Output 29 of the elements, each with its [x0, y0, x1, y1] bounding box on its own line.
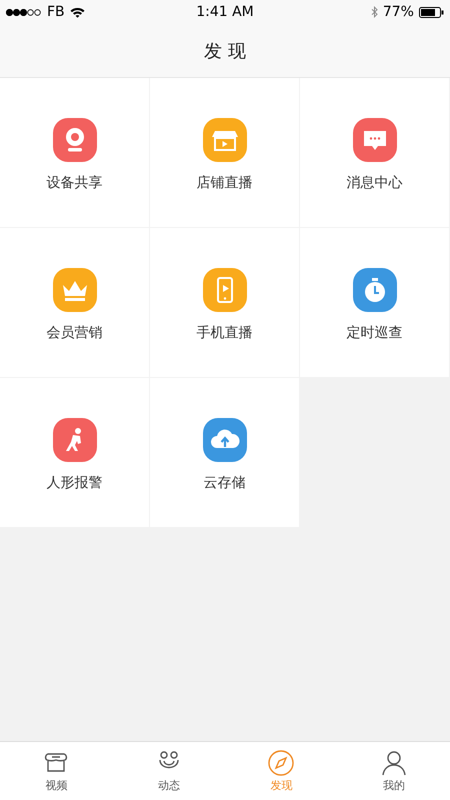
feature-tile[interactable]: 设备共享	[0, 78, 149, 227]
feature-tile[interactable]: 定时巡查	[300, 228, 449, 377]
battery-icon	[418, 6, 444, 18]
feature-tile[interactable]: 店铺直播	[150, 78, 299, 227]
feature-tile[interactable]: 人形报警	[0, 378, 149, 527]
feature-tile[interactable]: 云存储	[150, 378, 299, 527]
feature-label: 手机直播	[196, 324, 252, 342]
signal-icon	[6, 8, 42, 16]
feature-label: 店铺直播	[196, 174, 252, 192]
feature-tile[interactable]: 手机直播	[150, 228, 299, 377]
feature-label: 人形报警	[46, 474, 102, 492]
tab-item[interactable]: 视频	[0, 742, 112, 800]
tab-item[interactable]: 动态	[112, 742, 225, 800]
compass-icon	[267, 749, 296, 777]
battery-percent: 77%	[382, 4, 414, 20]
wifi-icon	[70, 6, 85, 18]
carrier-name: FB	[47, 4, 65, 20]
feature-label: 设备共享	[46, 174, 102, 192]
feature-tile[interactable]: 会员营销	[0, 228, 149, 377]
feature-label: 会员营销	[46, 324, 102, 342]
feature-label: 定时巡查	[346, 324, 402, 342]
user-icon	[380, 749, 408, 777]
feature-label: 云存储	[204, 474, 246, 492]
clock-time: 1:41 AM	[196, 4, 254, 20]
feature-tile[interactable]: 消息中心	[300, 78, 449, 227]
bluetooth-icon	[370, 6, 378, 18]
feature-label: 消息中心	[346, 174, 402, 192]
tab-item[interactable]: 我的	[338, 742, 450, 800]
page-title: 发 现	[204, 40, 246, 62]
